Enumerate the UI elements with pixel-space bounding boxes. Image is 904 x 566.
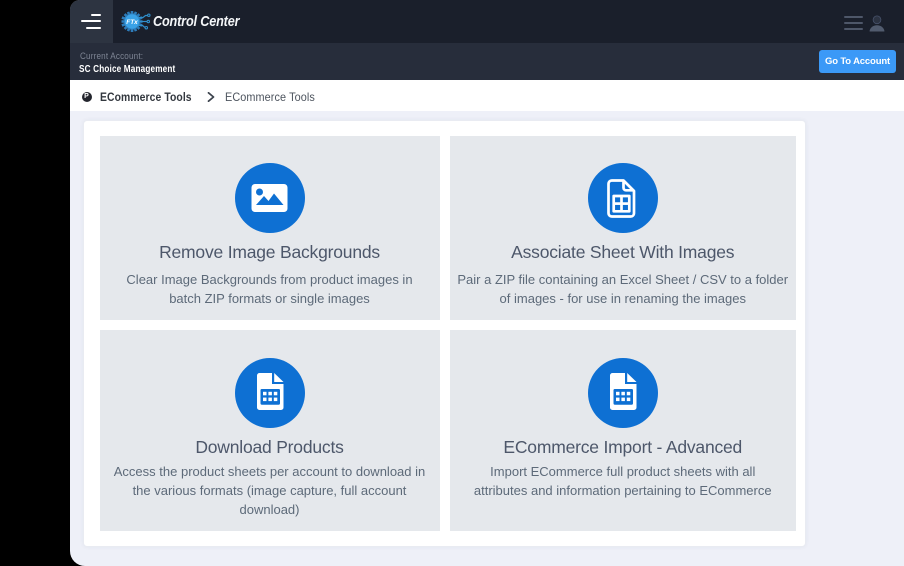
svg-text:FTx: FTx	[126, 19, 138, 26]
